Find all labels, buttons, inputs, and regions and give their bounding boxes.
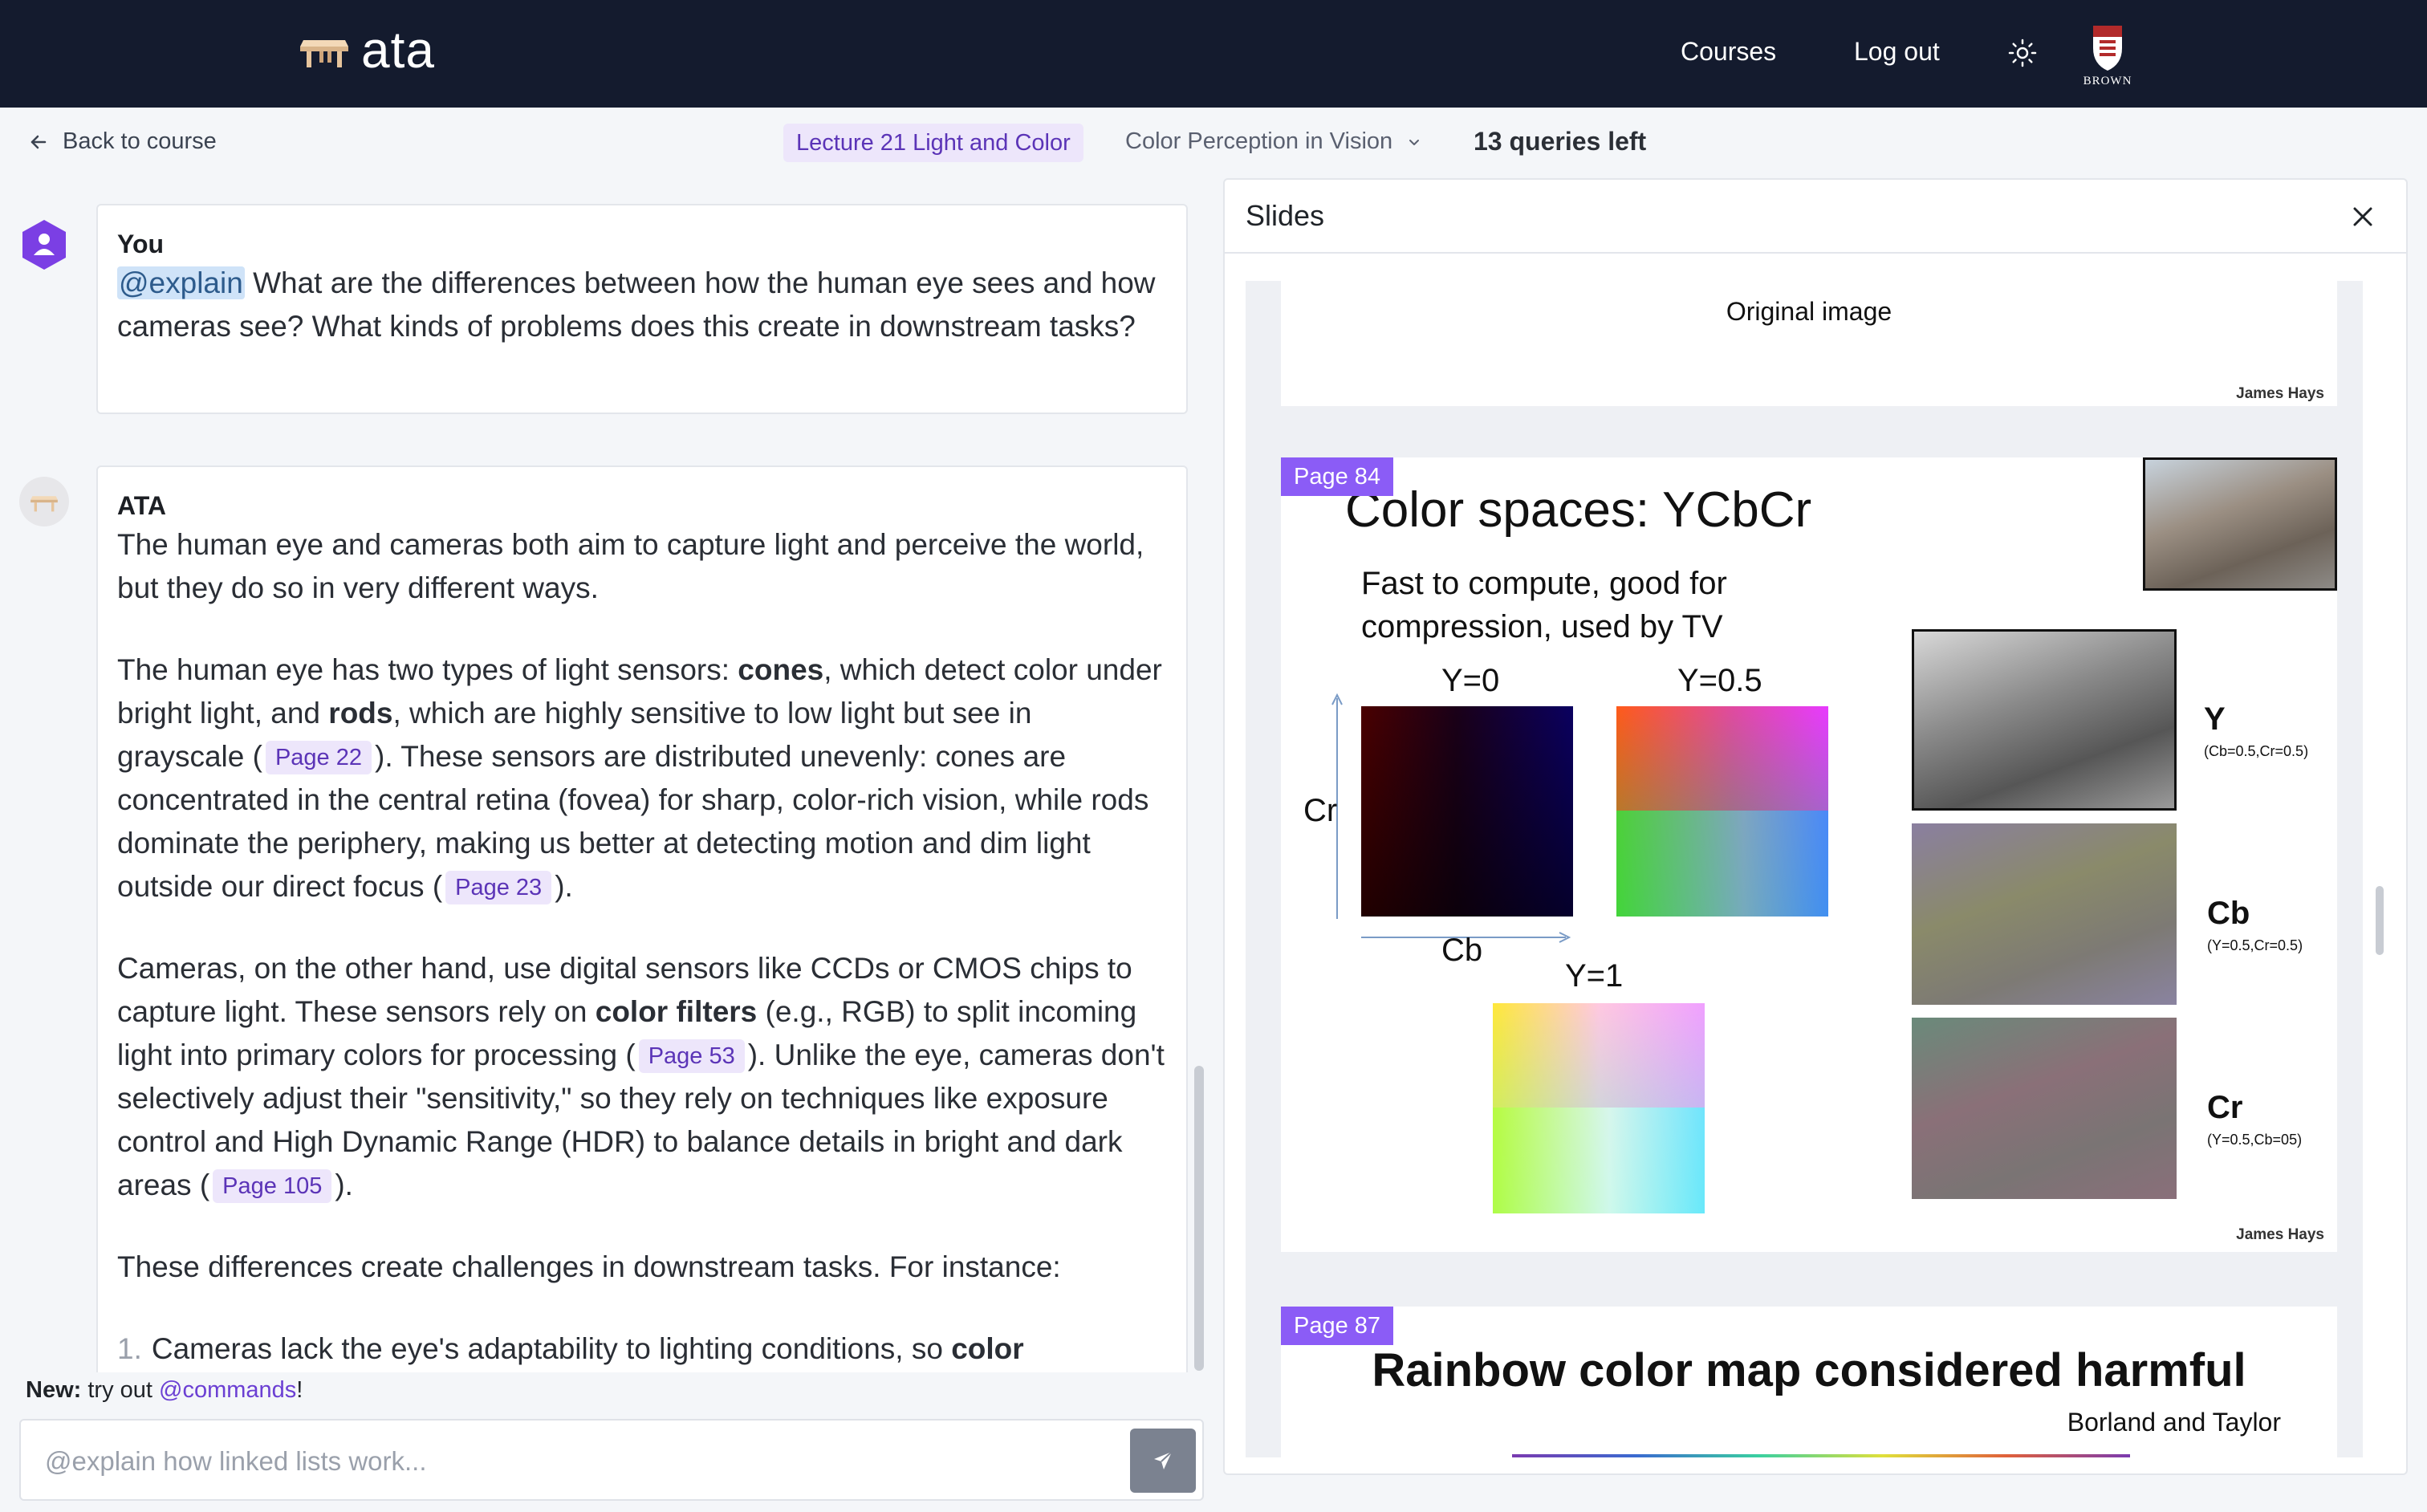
slides-scrollbar[interactable] — [2376, 886, 2384, 955]
slide-page-84[interactable]: Color spaces: YCbCr Fast to compute, goo… — [1281, 457, 2337, 1252]
page-tag: Page 87 — [1281, 1307, 1394, 1345]
y05-label: Y=0.5 — [1677, 663, 1762, 698]
message-composer — [19, 1419, 1204, 1501]
list-item: 1. Cameras lack the eye's adaptability t… — [117, 1327, 1167, 1371]
slide-credit: James Hays — [2236, 1226, 2324, 1243]
page-ref-chip[interactable]: Page 105 — [213, 1169, 332, 1203]
brown-university-logo[interactable]: BROWN — [2077, 21, 2138, 87]
slide-caption: Original image — [1726, 297, 1892, 326]
slide-credit: James Hays — [2236, 385, 2324, 402]
back-label: Back to course — [63, 128, 217, 154]
y1-label: Y=1 — [1565, 958, 1624, 994]
topic-select-value: Color Perception in Vision — [1125, 128, 1393, 154]
commands-link[interactable]: @commands — [159, 1377, 296, 1403]
slide-heading: Color spaces: YCbCr — [1345, 482, 1812, 538]
page-ref-chip[interactable]: Page 22 — [265, 741, 372, 774]
paragraph-intro: The human eye and cameras both aim to ca… — [117, 528, 1144, 604]
new-feature-note: New: try out @commands! — [26, 1377, 303, 1403]
ata-avatar — [19, 477, 69, 526]
list-number: 1. — [117, 1332, 142, 1365]
y-channel-photo — [1912, 629, 2177, 811]
brown-shield-icon — [2093, 26, 2122, 71]
chat-scrollbar[interactable] — [1194, 1066, 1204, 1371]
list-item-text: Cameras lack the eye's adaptability to l… — [151, 1332, 1024, 1365]
message-sender: ATA — [117, 491, 167, 520]
send-button[interactable] — [1130, 1429, 1196, 1493]
slides-scroll-area[interactable]: Original image James Hays Color spaces: … — [1246, 281, 2363, 1457]
y-channel-label: Y — [2204, 701, 2226, 737]
cb-axis-label: Cb — [1441, 933, 1483, 968]
paragraph-eye: The human eye has two types of light sen… — [117, 653, 1162, 904]
chevron-down-icon — [1409, 139, 1420, 145]
slide-author: Borland and Taylor — [2067, 1408, 2281, 1437]
cb-channel-label: Cb — [2207, 896, 2250, 931]
close-icon[interactable] — [2345, 199, 2380, 234]
y-channel-sub: (Cb=0.5,Cr=0.5) — [2204, 743, 2309, 759]
cr-channel-sub: (Y=0.5,Cb=05) — [2207, 1132, 2303, 1148]
message-text: What are the differences between how the… — [117, 266, 1156, 343]
cr-channel-label: Cr — [2207, 1090, 2243, 1125]
bench-avatar-icon — [30, 496, 58, 512]
street-photo-thumbnail — [2143, 457, 2337, 591]
nav-logout-link[interactable]: Log out — [1854, 35, 1940, 67]
back-to-course-link[interactable]: Back to course — [29, 128, 217, 155]
ata-message: ATA The human eye and cameras both aim t… — [96, 465, 1188, 1372]
topic-select[interactable]: Color Perception in Vision — [1125, 128, 1421, 155]
brown-wordmark: BROWN — [2083, 75, 2132, 87]
page-tag: Page 84 — [1281, 457, 1394, 496]
lecture-chip[interactable]: Lecture 21 Light and Color — [783, 124, 1083, 162]
message-sender: You — [117, 230, 165, 258]
chat-thread[interactable]: You @explain What are the differences be… — [0, 177, 1204, 1372]
send-icon — [1154, 1451, 1173, 1469]
user-avatar-icon — [22, 220, 66, 270]
top-navbar: ata Courses Log out BROWN — [0, 0, 2427, 108]
bench-logo-icon — [300, 40, 348, 67]
app-logo[interactable]: ata — [299, 24, 435, 75]
user-message: You @explain What are the differences be… — [96, 204, 1188, 414]
message-body: The human eye and cameras both aim to ca… — [117, 523, 1167, 1371]
page-ref-chip[interactable]: Page 53 — [638, 1039, 745, 1073]
slide-page-83[interactable]: Original image James Hays — [1281, 281, 2337, 406]
slide-subtitle: Fast to compute, good for compression, u… — [1361, 566, 1727, 644]
queries-left-counter: 13 queries left — [1474, 127, 1647, 156]
slides-title: Slides — [1246, 199, 1325, 232]
nav-courses-link[interactable]: Courses — [1681, 35, 1776, 67]
rainbow-colormap-strip — [1512, 1454, 2130, 1457]
arrow-left-icon — [30, 135, 47, 148]
message-body: @explain What are the differences betwee… — [117, 262, 1167, 348]
y0-label: Y=0 — [1441, 663, 1500, 698]
paragraph-challenges: These differences create challenges in d… — [117, 1250, 1061, 1283]
lecture-subbar: Back to course Lecture 21 Light and Colo… — [0, 108, 2427, 177]
cr-channel-photo — [1912, 1018, 2177, 1199]
paragraph-cameras: Cameras, on the other hand, use digital … — [117, 952, 1165, 1203]
sun-icon[interactable] — [2006, 37, 2039, 69]
logo-text: ata — [361, 21, 435, 79]
slide-page-87[interactable]: Rainbow color map considered harmful Bor… — [1281, 1307, 2337, 1457]
cb-channel-photo — [1912, 823, 2177, 1005]
explain-mention: @explain — [117, 266, 245, 299]
cr-axis-label: Cr — [1303, 793, 1338, 828]
slides-panel: Slides Original image James Hays Color s… — [1223, 178, 2408, 1475]
slides-header: Slides — [1225, 180, 2406, 254]
message-input[interactable] — [45, 1440, 1120, 1483]
ycbcr-square-y0 — [1361, 706, 1573, 917]
cb-channel-sub: (Y=0.5,Cr=0.5) — [2207, 937, 2303, 953]
slide-heading: Rainbow color map considered harmful — [1372, 1344, 2246, 1396]
page-ref-chip[interactable]: Page 23 — [445, 871, 552, 904]
